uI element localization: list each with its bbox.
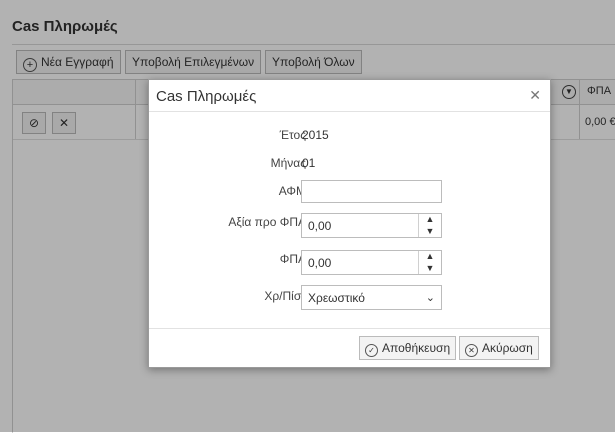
debit-credit-label: Χρ/Πίστ — [264, 289, 306, 303]
debit-credit-select[interactable]: Χρεωστικό ⌄ — [301, 285, 442, 310]
cancel-label: Ακύρωση — [482, 341, 533, 355]
stepper-arrows: ▲ ▼ — [418, 214, 441, 237]
chevron-down-icon[interactable]: ▼ — [419, 263, 441, 274]
chevron-up-icon[interactable]: ▲ — [419, 214, 441, 225]
chevron-down-icon[interactable]: ▼ — [419, 226, 441, 237]
x-circle-icon: ✕ — [465, 344, 478, 357]
year-value: 2015 — [302, 128, 329, 142]
dialog-title: Cas Πληρωμές — [156, 88, 257, 105]
close-icon[interactable]: ✕ — [529, 88, 541, 102]
dialog-header-divider — [149, 111, 550, 112]
chevron-up-icon[interactable]: ▲ — [419, 251, 441, 262]
afm-input[interactable] — [301, 180, 442, 203]
save-button[interactable]: ✓ Αποθήκευση — [359, 336, 457, 360]
value-before-vat-label: Αξία προ ΦΠΑ — [228, 215, 306, 229]
month-label: Μήνας — [270, 156, 306, 170]
cancel-button[interactable]: ✕ Ακύρωση — [459, 336, 539, 360]
month-value: 01 — [302, 156, 316, 170]
check-circle-icon: ✓ — [365, 344, 378, 357]
vat-value: 0,00 — [308, 256, 332, 270]
stepper-arrows: ▲ ▼ — [418, 251, 441, 274]
debit-credit-value: Χρεωστικό — [308, 291, 365, 305]
save-label: Αποθήκευση — [382, 341, 451, 355]
value-before-vat-value: 0,00 — [308, 219, 332, 233]
payment-dialog: Cas Πληρωμές ✕ Έτος 2015 Μήνας 01 ΑΦΜ Αξ… — [148, 79, 551, 368]
chevron-down-icon: ⌄ — [425, 292, 435, 304]
value-before-vat-stepper[interactable]: 0,00 ▲ ▼ — [301, 213, 442, 238]
dialog-footer-divider — [149, 328, 550, 329]
vat-stepper[interactable]: 0,00 ▲ ▼ — [301, 250, 442, 275]
